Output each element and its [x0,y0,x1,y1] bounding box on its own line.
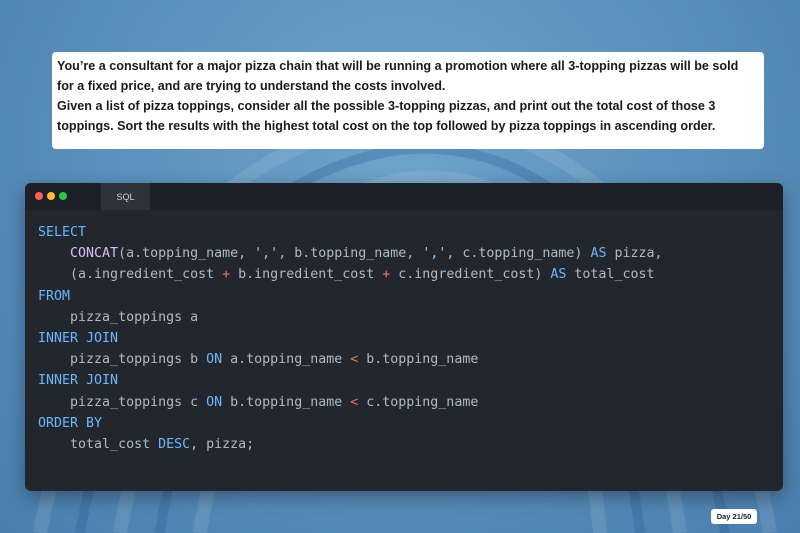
problem-paragraph-2: Given a list of pizza toppings, consider… [57,99,716,133]
code-line: pizza_toppings b ON a.topping_name < b.t… [70,352,479,368]
code-line: SELECT [38,225,87,240]
tab-sql[interactable]: SQL [101,183,150,210]
code-line: (a.ingredient_cost + b.ingredient_cost +… [70,267,655,283]
code-line: pizza_toppings c ON b.topping_name < c.t… [70,394,479,410]
code-line: INNER JOIN [38,330,119,346]
code-line: total_cost DESC, pizza; [70,436,255,452]
day-progress-badge: Day 21/50 [711,509,757,524]
maximize-dot-icon[interactable] [59,192,67,200]
code-editor-window: SQL SELECT CONCAT(a.topping_name, ',', b… [25,183,783,491]
code-line: INNER JOIN [38,373,119,389]
editor-titlebar: SQL [25,183,783,210]
sql-code-block: SELECT CONCAT(a.topping_name, ',', b.top… [38,222,663,455]
problem-paragraph-1: You’re a consultant for a major pizza ch… [57,59,739,93]
code-line: FROM [38,288,71,304]
code-line: CONCAT(a.topping_name, ',', b.topping_na… [70,246,663,262]
code-line: pizza_toppings a [70,309,199,325]
code-line: ORDER BY [38,415,103,431]
problem-description-card: You’re a consultant for a major pizza ch… [52,52,764,149]
close-dot-icon[interactable] [35,192,43,200]
minimize-dot-icon[interactable] [47,192,55,200]
